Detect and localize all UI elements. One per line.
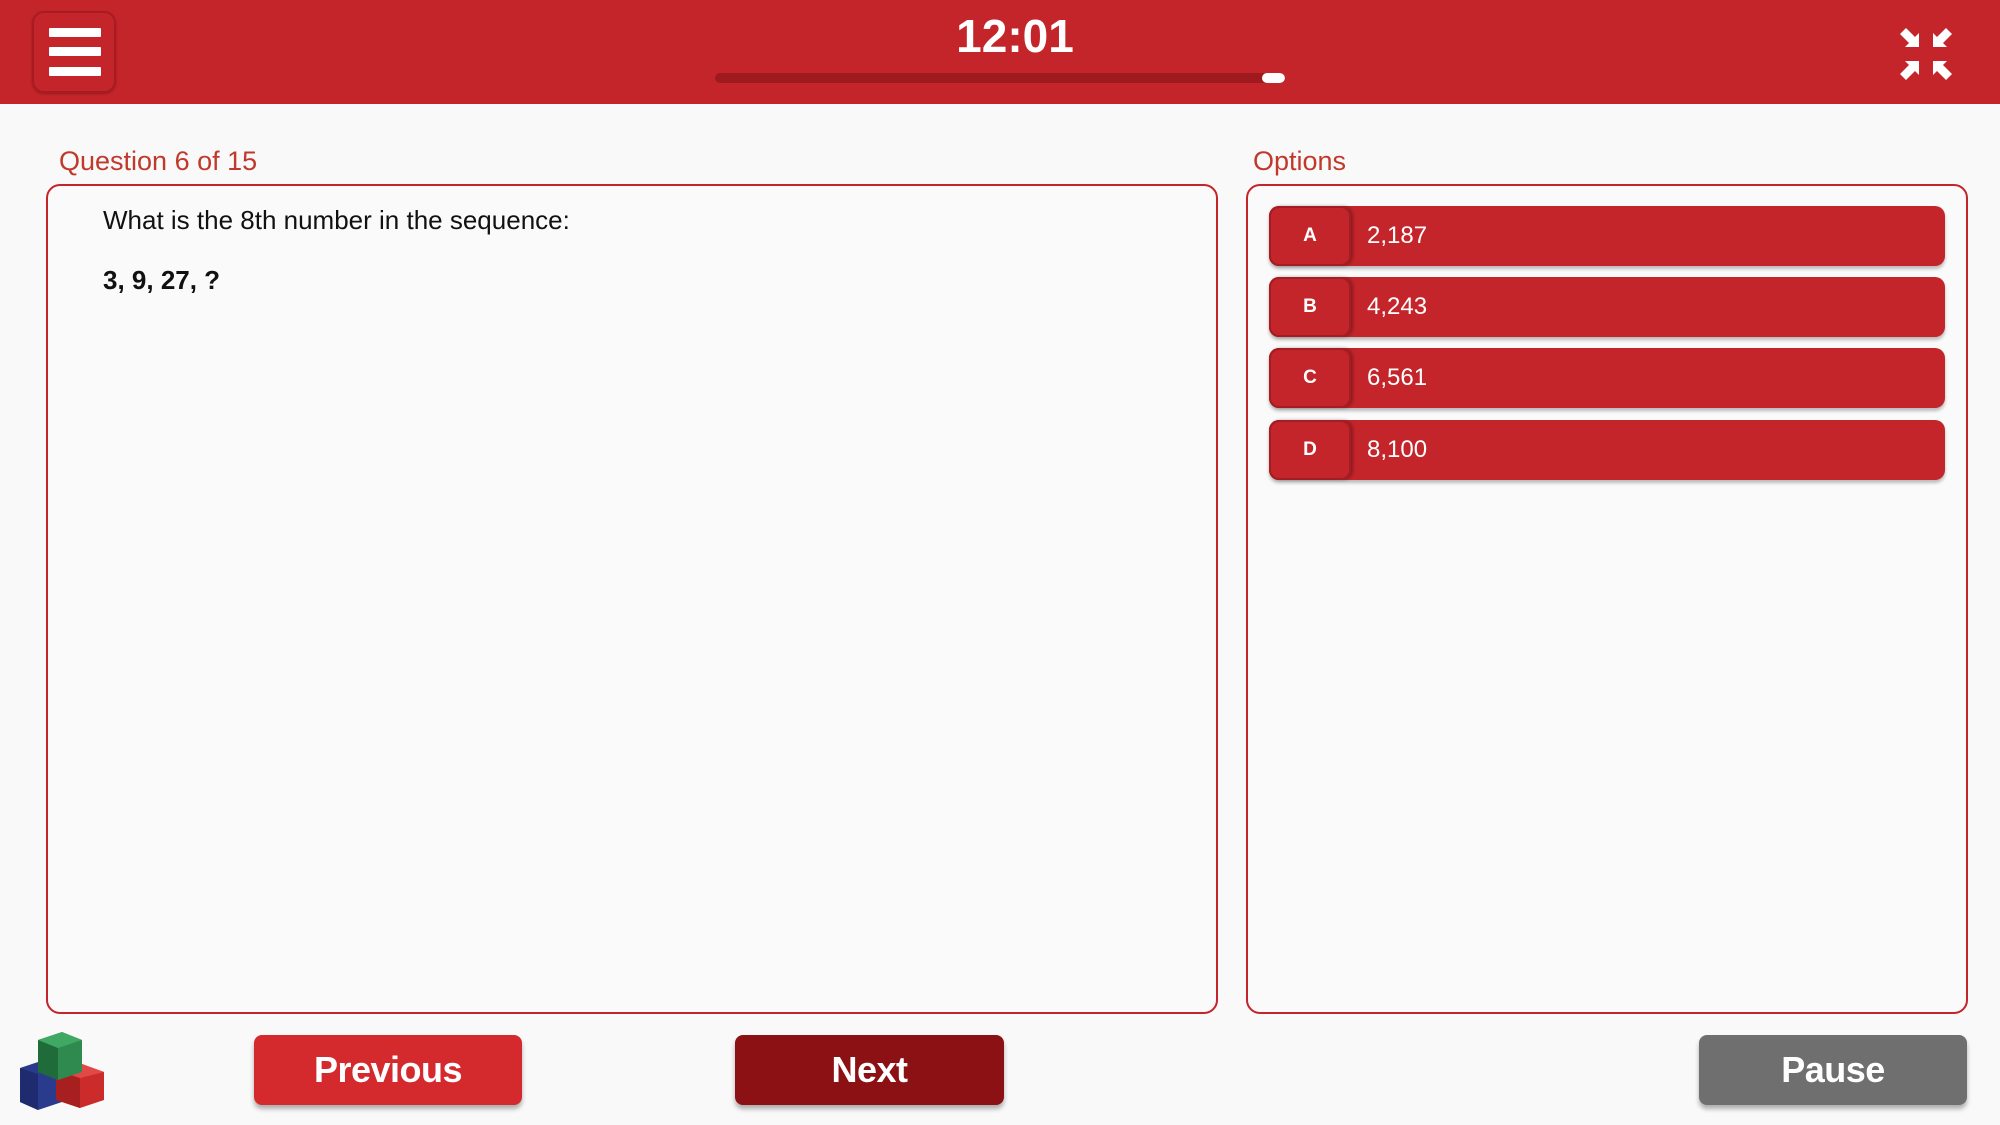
top-bar: 12:01 <box>0 0 2000 104</box>
option-value: 2,187 <box>1367 222 1428 249</box>
question-counter: Question 6 of 15 <box>59 146 258 176</box>
previous-button[interactable]: Previous <box>254 1035 522 1105</box>
option-c[interactable]: C 6,561 <box>1269 348 1945 408</box>
color-cubes-logo-icon <box>18 1030 108 1112</box>
options-label: Options <box>1253 146 1347 176</box>
question-sequence: 3, 9, 27, ? <box>103 265 221 295</box>
option-letter: C <box>1269 348 1351 408</box>
question-text: What is the 8th number in the sequence: <box>103 205 570 235</box>
timer: 12:01 <box>956 10 1074 62</box>
fullscreen-toggle-button[interactable] <box>1898 26 1954 82</box>
pause-button[interactable]: Pause <box>1699 1035 1967 1105</box>
timer-progress-fill <box>1262 73 1285 83</box>
option-letter: B <box>1269 277 1351 337</box>
timer-progress-bar <box>715 73 1285 83</box>
option-letter: D <box>1269 420 1351 480</box>
option-letter: A <box>1269 206 1351 266</box>
option-a[interactable]: A 2,187 <box>1269 206 1945 266</box>
option-value: 6,561 <box>1367 364 1428 391</box>
options-panel: A 2,187 B 4,243 C 6,561 D 8,100 <box>1246 184 1968 1014</box>
option-d[interactable]: D 8,100 <box>1269 420 1945 480</box>
option-b[interactable]: B 4,243 <box>1269 277 1945 337</box>
exit-fullscreen-icon <box>1900 28 1952 80</box>
question-panel: What is the 8th number in the sequence: … <box>46 184 1218 1014</box>
menu-button[interactable] <box>32 11 116 93</box>
next-button[interactable]: Next <box>735 1035 1004 1105</box>
option-value: 4,243 <box>1367 293 1428 320</box>
option-value: 8,100 <box>1367 436 1428 463</box>
